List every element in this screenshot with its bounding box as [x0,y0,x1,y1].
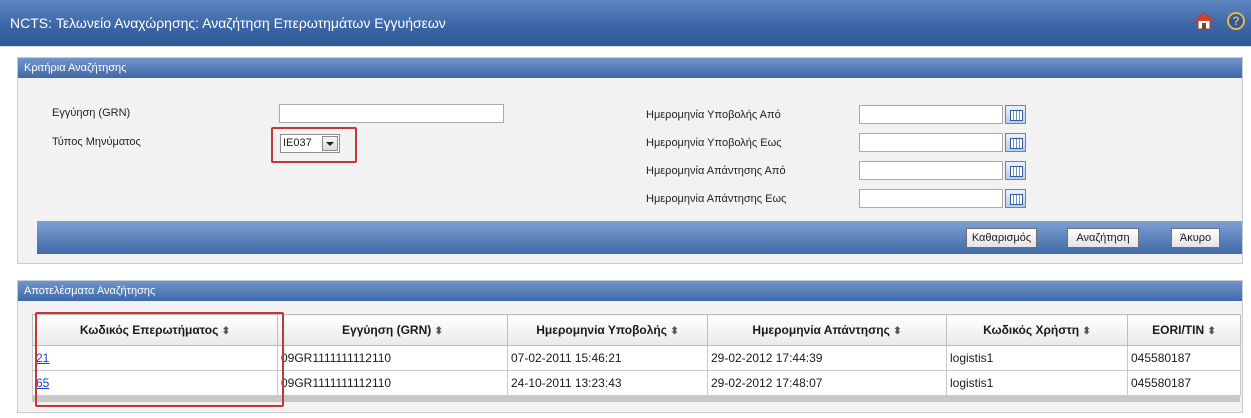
column-header[interactable]: Εγγύηση (GRN) ⬍ [277,314,508,346]
help-icon[interactable]: ? [1227,12,1245,30]
grn-input[interactable] [279,104,504,123]
reply-from-label: Ημερομηνία Απάντησης Από [646,165,786,177]
sort-icon: ⬍ [893,326,902,337]
submit-date-cell: 07-02-2011 15:46:21 [507,345,708,371]
calendar-icon[interactable] [1005,105,1026,124]
calendar-icon[interactable] [1005,189,1026,208]
grn-cell: 09GR1111111112110 [277,370,508,396]
submit-to-input[interactable] [859,133,1003,152]
home-icon[interactable] [1194,11,1214,31]
calendar-icon[interactable] [1005,161,1026,180]
reply-date-cell: 29-02-2012 17:48:07 [707,370,947,396]
page-title: NCTS: Τελωνείο Αναχώρησης: Αναζήτηση Επε… [10,15,446,31]
submit-from-label: Ημερομηνία Υποβολής Από [646,109,781,121]
user-code-cell: logistis1 [946,370,1128,396]
message-type-value: IE037 [283,137,312,149]
user-code-cell: logistis1 [946,345,1128,371]
top-bar: NCTS: Τελωνείο Αναχώρησης: Αναζήτηση Επε… [0,0,1251,47]
chevron-down-icon[interactable] [322,136,338,151]
submit-from-input[interactable] [859,105,1003,124]
sort-icon: ⬍ [1207,326,1216,337]
calendar-icon[interactable] [1005,133,1026,152]
column-header[interactable]: Κωδικός Χρήστη ⬍ [946,314,1128,346]
reply-to-label: Ημερομηνία Απάντησης Εως [646,193,787,205]
grn-cell: 09GR1111111112110 [277,345,508,371]
results-header: Αποτελέσματα Αναζήτησης [18,281,1242,301]
message-type-label: Τύπος Μηνύματος [52,136,141,148]
sort-icon: ⬍ [434,326,443,337]
column-header[interactable]: Ημερομηνία Υποβολής ⬍ [507,314,708,346]
reply-to-input[interactable] [859,189,1003,208]
action-bar: Καθαρισμός Αναζήτηση Άκυρο [37,221,1242,254]
search-button[interactable]: Αναζήτηση [1067,228,1139,248]
eori-cell: 045580187 [1127,345,1241,371]
search-results-panel: Αποτελέσματα Αναζήτησης Κωδικός Επερωτήμ… [17,280,1243,413]
cancel-button[interactable]: Άκυρο [1171,228,1220,248]
sort-icon: ⬍ [1082,326,1091,337]
reply-from-input[interactable] [859,161,1003,180]
message-type-select[interactable]: IE037 [280,134,340,153]
column-header[interactable]: Ημερομηνία Απάντησης ⬍ [707,314,947,346]
sort-icon: ⬍ [670,326,679,337]
search-criteria-panel: Κριτήρια Αναζήτησης Εγγύηση (GRN) Τύπος … [17,57,1243,264]
submit-date-cell: 24-10-2011 13:23:43 [507,370,708,396]
submit-to-label: Ημερομηνία Υποβολής Εως [646,137,782,149]
column-header[interactable]: EORI/TIN ⬍ [1127,314,1241,346]
grn-label: Εγγύηση (GRN) [52,107,131,119]
query-id-column-highlight [35,312,284,407]
criteria-header: Κριτήρια Αναζήτησης [18,58,1242,78]
clear-button[interactable]: Καθαρισμός [966,228,1037,248]
eori-cell: 045580187 [1127,370,1241,396]
reply-date-cell: 29-02-2012 17:44:39 [707,345,947,371]
